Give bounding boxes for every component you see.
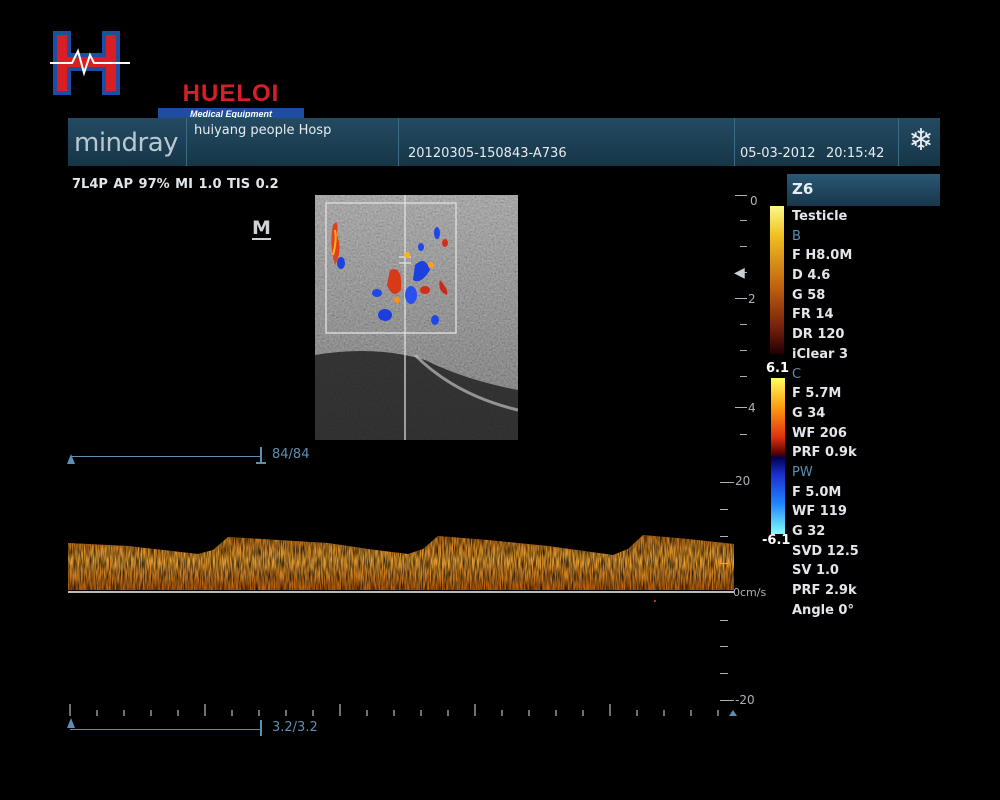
depth-label-4: 4 [748,401,756,415]
param-b-dynamic-range: DR 120 [792,327,845,343]
grayscale-map-bar [770,206,784,354]
param-section-pw: PW [792,464,813,480]
hueloi-logo: HUELOI Medical Equipment [50,27,304,121]
mindray-marker: M [252,217,271,240]
depth-label-0: 0 [750,194,758,208]
exam-id: 20120305-150843-A736 [408,146,567,161]
preset-tab[interactable]: Z6 [787,174,940,206]
parameter-list: Testicle B F H8.0M D 4.6 G 58 FR 14 DR 1… [792,207,940,620]
cine-counter: 84/84 [272,447,310,462]
header-divider [398,118,399,166]
hospital-name: huiyang people Hosp [194,123,332,138]
param-pw-sv: SV 1.0 [792,563,839,579]
snowflake-icon[interactable]: ❄ [904,123,938,159]
header-divider [734,118,735,166]
param-c-prf: PRF 0.9k [792,445,857,461]
brand-name: mindray [74,128,179,158]
color-velocity-bar [771,378,785,534]
pw-doppler-spectrum[interactable] [68,470,734,710]
param-b-depth: D 4.6 [792,268,831,284]
color-scale-top: 6.1 [766,361,790,376]
color-scale-bottom: -6.1 [762,533,791,548]
depth-label-2: 2 [748,292,756,306]
param-pw-gain: G 32 [792,524,826,539]
param-b-iclear: iClear 3 [792,346,849,362]
param-section-c: C [792,366,802,382]
header-divider [186,118,187,166]
param-b-gain: G 58 [792,287,826,303]
param-exam-type: Testicle [792,209,848,224]
focus-marker-icon[interactable]: ◀ [734,265,745,281]
sweep-counter: 3.2/3.2 [272,720,318,735]
exam-date: 05-03-2012 [740,146,816,161]
param-c-wall-filter: WF 206 [792,425,847,441]
param-b-frame-rate: FR 14 [792,307,834,323]
param-pw-wall-filter: WF 119 [792,504,847,520]
param-pw-prf: PRF 2.9k [792,583,857,599]
param-b-frequency: F H8.0M [792,248,853,264]
param-pw-frequency: F 5.0M [792,484,842,500]
bmode-color-doppler-image[interactable] [315,195,518,440]
exam-time: 20:15:42 [826,146,885,161]
header-divider [898,118,899,166]
velocity-zero-label: 0cm/s [733,586,767,599]
logo-name: HUELOI [182,80,280,107]
header-bar: mindray huiyang people Hosp 20120305-150… [68,118,940,166]
param-pw-svd: SVD 12.5 [792,543,859,559]
param-c-gain: G 34 [792,405,826,421]
param-c-frequency: F 5.7M [792,386,842,402]
param-section-b: B [792,228,801,244]
param-pw-angle: Angle 0° [792,602,854,618]
probe-info: 7L4P AP 97% MI 1.0 TIS 0.2 [72,177,279,192]
velocity-top-label: 20 [735,474,751,488]
time-axis [69,704,737,716]
preset-name: Z6 [792,180,814,198]
